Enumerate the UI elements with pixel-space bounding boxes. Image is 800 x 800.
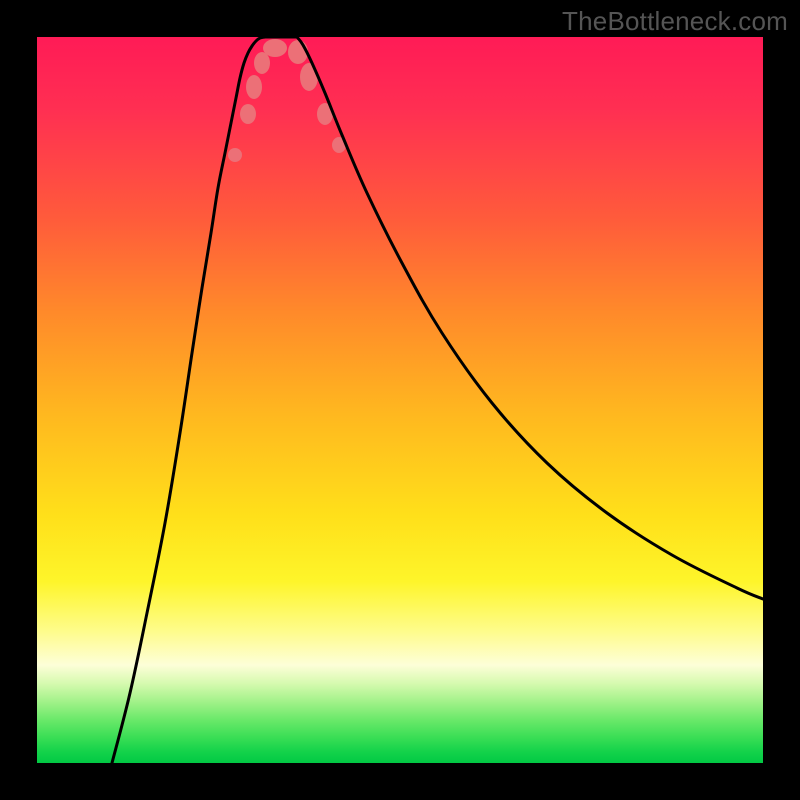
curve-left-curve	[112, 37, 265, 763]
chart-svg	[37, 37, 763, 763]
data-marker	[288, 40, 308, 64]
data-marker	[240, 104, 256, 124]
curve-layer	[112, 37, 763, 763]
data-marker	[263, 39, 287, 57]
data-marker	[228, 148, 242, 162]
data-marker	[246, 75, 262, 99]
watermark-text: TheBottleneck.com	[562, 6, 788, 37]
curve-right-curve	[297, 37, 763, 599]
chart-frame: TheBottleneck.com	[0, 0, 800, 800]
data-marker	[254, 52, 270, 74]
plot-area	[37, 37, 763, 763]
